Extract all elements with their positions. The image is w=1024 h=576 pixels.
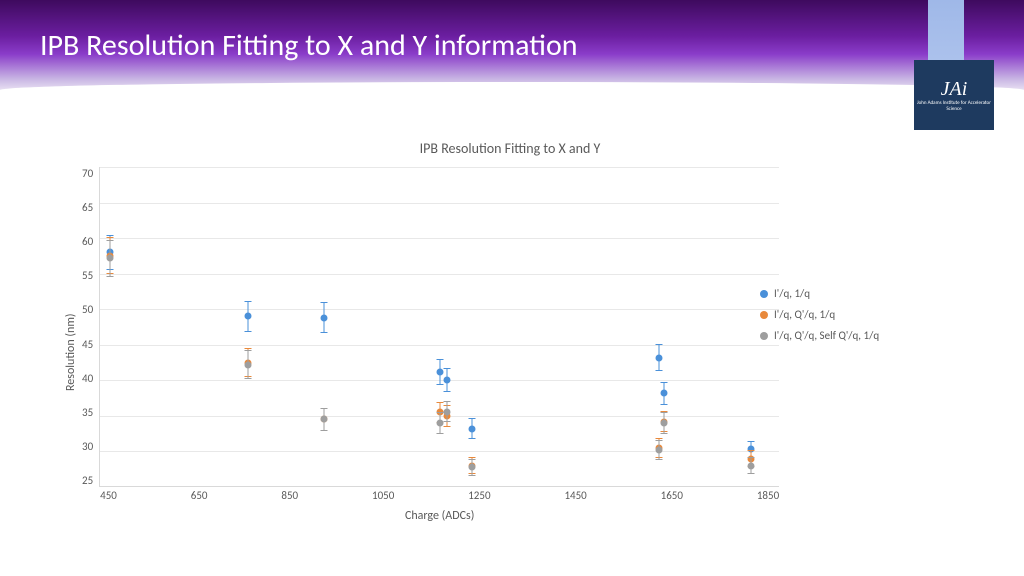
data-point bbox=[444, 408, 451, 415]
data-point bbox=[655, 354, 662, 361]
data-point bbox=[320, 314, 327, 321]
y-tick: 25 bbox=[82, 474, 93, 487]
data-point bbox=[660, 420, 667, 427]
page-title: IPB Resolution Fitting to X and Y inform… bbox=[40, 27, 578, 64]
logo-badge: JAi John Adams Institute for Accelerator… bbox=[914, 60, 994, 130]
grid-line bbox=[100, 167, 779, 168]
logo-sub: John Adams Institute for Accelerator Sci… bbox=[914, 101, 994, 112]
x-tick: 1050 bbox=[372, 489, 394, 502]
y-tick: 35 bbox=[82, 406, 93, 419]
grid-line bbox=[100, 274, 779, 275]
data-point bbox=[437, 368, 444, 375]
x-tick: 450 bbox=[100, 489, 117, 502]
legend-marker-icon bbox=[760, 290, 768, 298]
y-ticks: 70 65 60 55 50 45 40 35 30 25 bbox=[82, 167, 99, 487]
x-tick: 650 bbox=[191, 489, 208, 502]
grid-line bbox=[100, 238, 779, 239]
x-ticks: 450 650 850 1050 1250 1450 1650 1850 bbox=[100, 489, 779, 502]
logo-main: JAi bbox=[941, 78, 968, 101]
legend-item: I'/q, Q'/q, Self Q'/q, 1/q bbox=[760, 329, 879, 342]
legend-item: I'/q, 1/q bbox=[760, 287, 879, 300]
x-tick: 850 bbox=[281, 489, 298, 502]
y-tick: 55 bbox=[82, 269, 93, 282]
data-point bbox=[437, 420, 444, 427]
y-tick: 30 bbox=[82, 440, 93, 453]
legend: I'/q, 1/q I'/q, Q'/q, 1/q I'/q, Q'/q, Self… bbox=[760, 287, 879, 350]
y-tick: 60 bbox=[82, 235, 93, 248]
grid-line bbox=[100, 345, 779, 346]
y-tick: 40 bbox=[82, 372, 93, 385]
y-tick: 45 bbox=[82, 338, 93, 351]
x-tick: 1850 bbox=[757, 489, 779, 502]
data-point bbox=[748, 462, 755, 469]
legend-label: I'/q, Q'/q, 1/q bbox=[774, 308, 835, 321]
y-tick: 65 bbox=[82, 201, 93, 214]
x-tick: 1450 bbox=[564, 489, 586, 502]
chart-container: IPB Resolution Fitting to X and Y Resolu… bbox=[60, 140, 960, 560]
legend-marker-icon bbox=[760, 332, 768, 340]
grid-line bbox=[100, 309, 779, 310]
data-point bbox=[655, 447, 662, 454]
x-tick: 1250 bbox=[468, 489, 490, 502]
legend-item: I'/q, Q'/q, 1/q bbox=[760, 308, 879, 321]
scatter-plot: 45065085010501250145016501850 Charge (AD… bbox=[99, 167, 779, 487]
chart-title: IPB Resolution Fitting to X and Y bbox=[60, 140, 960, 157]
plot-wrap: Resolution (nm) 70 65 60 55 50 45 40 35 30 25 450… bbox=[60, 167, 960, 537]
legend-marker-icon bbox=[760, 311, 768, 319]
grid-line bbox=[100, 451, 779, 452]
data-point bbox=[660, 390, 667, 397]
grid-line bbox=[100, 203, 779, 204]
y-tick: 70 bbox=[82, 167, 93, 180]
x-tick: 1650 bbox=[661, 489, 683, 502]
y-axis-label: Resolution (nm) bbox=[60, 167, 82, 537]
data-point bbox=[468, 464, 475, 471]
data-point bbox=[444, 377, 451, 384]
data-point bbox=[468, 425, 475, 432]
legend-label: I'/q, 1/q bbox=[774, 287, 810, 300]
title-bar: IPB Resolution Fitting to X and Y inform… bbox=[0, 0, 1024, 90]
data-point bbox=[245, 361, 252, 368]
x-axis-label: Charge (ADCs) bbox=[100, 509, 779, 523]
data-point bbox=[106, 255, 113, 262]
data-point bbox=[245, 313, 252, 320]
y-tick: 50 bbox=[82, 303, 93, 316]
data-point bbox=[320, 416, 327, 423]
legend-label: I'/q, Q'/q, Self Q'/q, 1/q bbox=[774, 329, 879, 342]
